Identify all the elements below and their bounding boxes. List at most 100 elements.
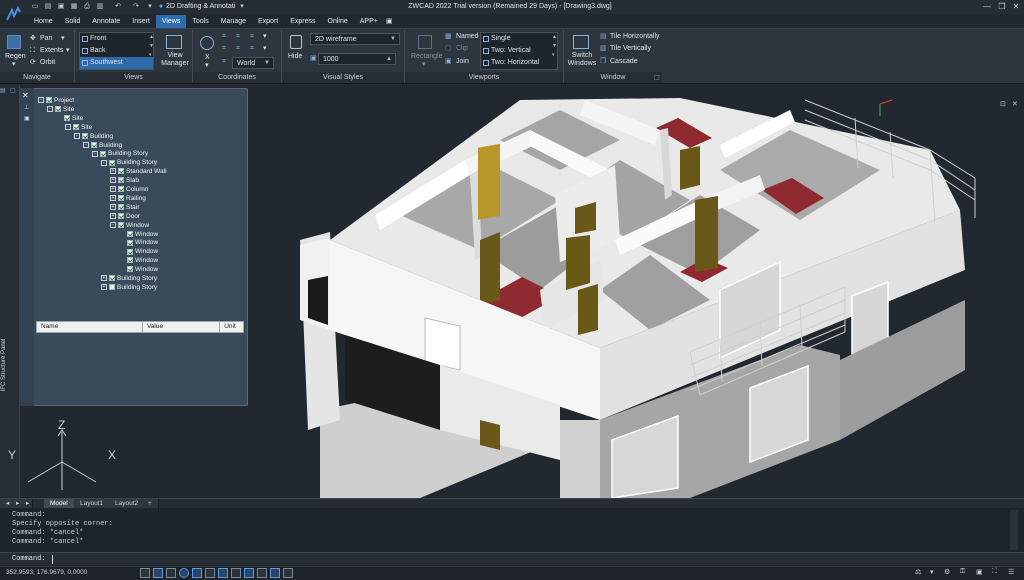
print-icon[interactable]: ⎙: [82, 2, 92, 11]
pan-button[interactable]: Pan: [40, 35, 52, 43]
hide-button[interactable]: Hide: [288, 53, 302, 61]
tree-node[interactable]: - Site: [65, 123, 92, 132]
visibility-checkbox[interactable]: [118, 212, 124, 219]
props-col-unit[interactable]: Unit: [220, 322, 243, 332]
viewport-two-horizontal[interactable]: Two: Horizontal: [481, 57, 557, 69]
workspace-switch-icon[interactable]: ⚙: [944, 568, 950, 576]
pan-dropdown-icon[interactable]: ▾: [61, 35, 65, 43]
visibility-checkbox[interactable]: [127, 230, 133, 237]
ucs-object-icon[interactable]: ⌗: [250, 45, 254, 53]
switch-windows-button[interactable]: Switch Windows: [566, 52, 598, 68]
tree-node[interactable]: Window: [119, 230, 158, 239]
ucs-world-icon[interactable]: ⌗: [222, 33, 226, 41]
ucs-object-dropdown-icon[interactable]: ▾: [263, 45, 267, 53]
customize-qa-icon[interactable]: ▾: [145, 2, 155, 11]
tree-node[interactable]: + Building Story: [101, 274, 157, 283]
view-item-back[interactable]: Back: [80, 45, 153, 57]
regen-dropdown-icon[interactable]: ▾: [12, 61, 16, 69]
expand-icon[interactable]: +: [110, 195, 116, 202]
command-scrollbar[interactable]: [1010, 510, 1018, 550]
tab-app-plus[interactable]: APP+: [354, 15, 384, 28]
collapse-icon[interactable]: -: [92, 150, 98, 157]
visibility-checkbox[interactable]: [118, 195, 124, 202]
collapse-icon[interactable]: -: [38, 97, 44, 104]
panel-autohide-icon[interactable]: ⊥: [24, 104, 29, 111]
ucs-x-button[interactable]: X: [205, 54, 210, 62]
visual-style-value-field[interactable]: 1000 ▲: [318, 53, 396, 65]
osnap-toggle-icon[interactable]: [192, 568, 202, 578]
hardware-accel-icon[interactable]: ▣: [976, 568, 983, 576]
visibility-checkbox[interactable]: [82, 132, 88, 139]
collapse-icon[interactable]: -: [65, 123, 71, 130]
ucs-3point-icon[interactable]: ⌗: [236, 45, 240, 53]
props-col-value[interactable]: Value: [143, 322, 221, 332]
tree-node[interactable]: + Railing: [110, 194, 146, 203]
tree-node[interactable]: + Column: [110, 185, 148, 194]
undo-icon[interactable]: ↶: [113, 2, 123, 11]
expand-icon[interactable]: +: [101, 275, 107, 282]
ucs-icon[interactable]: [200, 36, 214, 50]
ucs-origin-dropdown-icon[interactable]: ▾: [263, 33, 267, 41]
plot-preview-icon[interactable]: ▥: [95, 2, 105, 11]
ucs-x-dropdown-icon[interactable]: ▾: [205, 62, 209, 70]
grid-toggle-icon[interactable]: [140, 568, 150, 578]
visibility-checkbox[interactable]: [109, 284, 115, 291]
ucs-named-icon[interactable]: ⌗: [222, 58, 226, 66]
visibility-checkbox[interactable]: [118, 177, 124, 184]
ucs-z-icon[interactable]: ⌗: [222, 45, 226, 53]
restore-icon[interactable]: ❐: [995, 1, 1009, 12]
new-file-icon[interactable]: ▭: [30, 2, 40, 11]
cascade-icon[interactable]: ❐: [600, 58, 606, 66]
visibility-checkbox[interactable]: [127, 239, 133, 246]
visibility-checkbox[interactable]: [127, 248, 133, 255]
workspace-dropdown-icon[interactable]: ▾: [237, 2, 247, 11]
view-manager-button[interactable]: View Manager: [160, 52, 190, 68]
tree-node[interactable]: + Door: [110, 212, 140, 221]
open-file-icon[interactable]: ▤: [43, 2, 53, 11]
tab-online[interactable]: Online: [322, 15, 354, 28]
extents-button[interactable]: Extents: [40, 47, 63, 55]
expand-icon[interactable]: +: [101, 284, 107, 291]
orbit-icon[interactable]: ⟳: [30, 59, 36, 67]
view-item-front[interactable]: Front: [80, 33, 153, 45]
tab-home[interactable]: Home: [28, 15, 59, 28]
panel-properties-icon[interactable]: ▣: [24, 115, 30, 122]
tab-tools[interactable]: Tools: [186, 15, 214, 28]
tree-node[interactable]: Window: [119, 265, 158, 274]
collapse-icon[interactable]: -: [83, 141, 89, 148]
regen-icon[interactable]: [7, 35, 21, 49]
selection-cycling-icon[interactable]: [270, 568, 280, 578]
visibility-checkbox[interactable]: [91, 141, 97, 148]
tree-node[interactable]: - Building Story: [101, 158, 157, 167]
visual-style-dropdown[interactable]: 2D wireframe ▼: [310, 33, 400, 45]
viewport-close-icon[interactable]: ✕: [1012, 100, 1018, 108]
tree-node[interactable]: Window: [119, 238, 158, 247]
annotation-monitor-icon[interactable]: [283, 568, 293, 578]
tree-node[interactable]: - Window: [110, 221, 149, 230]
tab-views[interactable]: Views: [155, 15, 187, 28]
cascade-button[interactable]: Cascade: [610, 58, 638, 66]
close-icon[interactable]: ✕: [1009, 1, 1023, 12]
annotation-scale-icon[interactable]: ⚖: [915, 568, 921, 576]
visibility-checkbox[interactable]: [64, 115, 70, 122]
annotation-scale-dropdown-icon[interactable]: ▾: [930, 568, 934, 576]
dyn-input-toggle-icon[interactable]: [231, 568, 241, 578]
clip-icon[interactable]: ▢: [445, 45, 452, 53]
clean-screen-icon[interactable]: ⛶: [992, 568, 997, 576]
workspace-selector[interactable]: 2D Drafting & Annotati: [166, 1, 235, 12]
named-viewport-button[interactable]: Named: [456, 33, 479, 41]
switch-windows-icon[interactable]: [573, 35, 589, 49]
collapse-icon[interactable]: -: [110, 221, 116, 228]
lineweight-toggle-icon[interactable]: [244, 568, 254, 578]
viewport-maximize-icon[interactable]: ⊡: [1000, 100, 1006, 108]
visibility-checkbox[interactable]: [127, 257, 133, 264]
minimize-icon[interactable]: —: [980, 1, 994, 12]
tab-insert[interactable]: Insert: [126, 15, 156, 28]
window-group-launcher-icon[interactable]: ⬚: [654, 74, 660, 82]
transparency-toggle-icon[interactable]: [257, 568, 267, 578]
save-as-icon[interactable]: ▦: [69, 2, 79, 11]
visibility-checkbox[interactable]: [109, 275, 115, 282]
join-button[interactable]: Join: [456, 58, 469, 66]
polar-toggle-icon[interactable]: [179, 568, 189, 578]
expand-icon[interactable]: +: [110, 204, 116, 211]
